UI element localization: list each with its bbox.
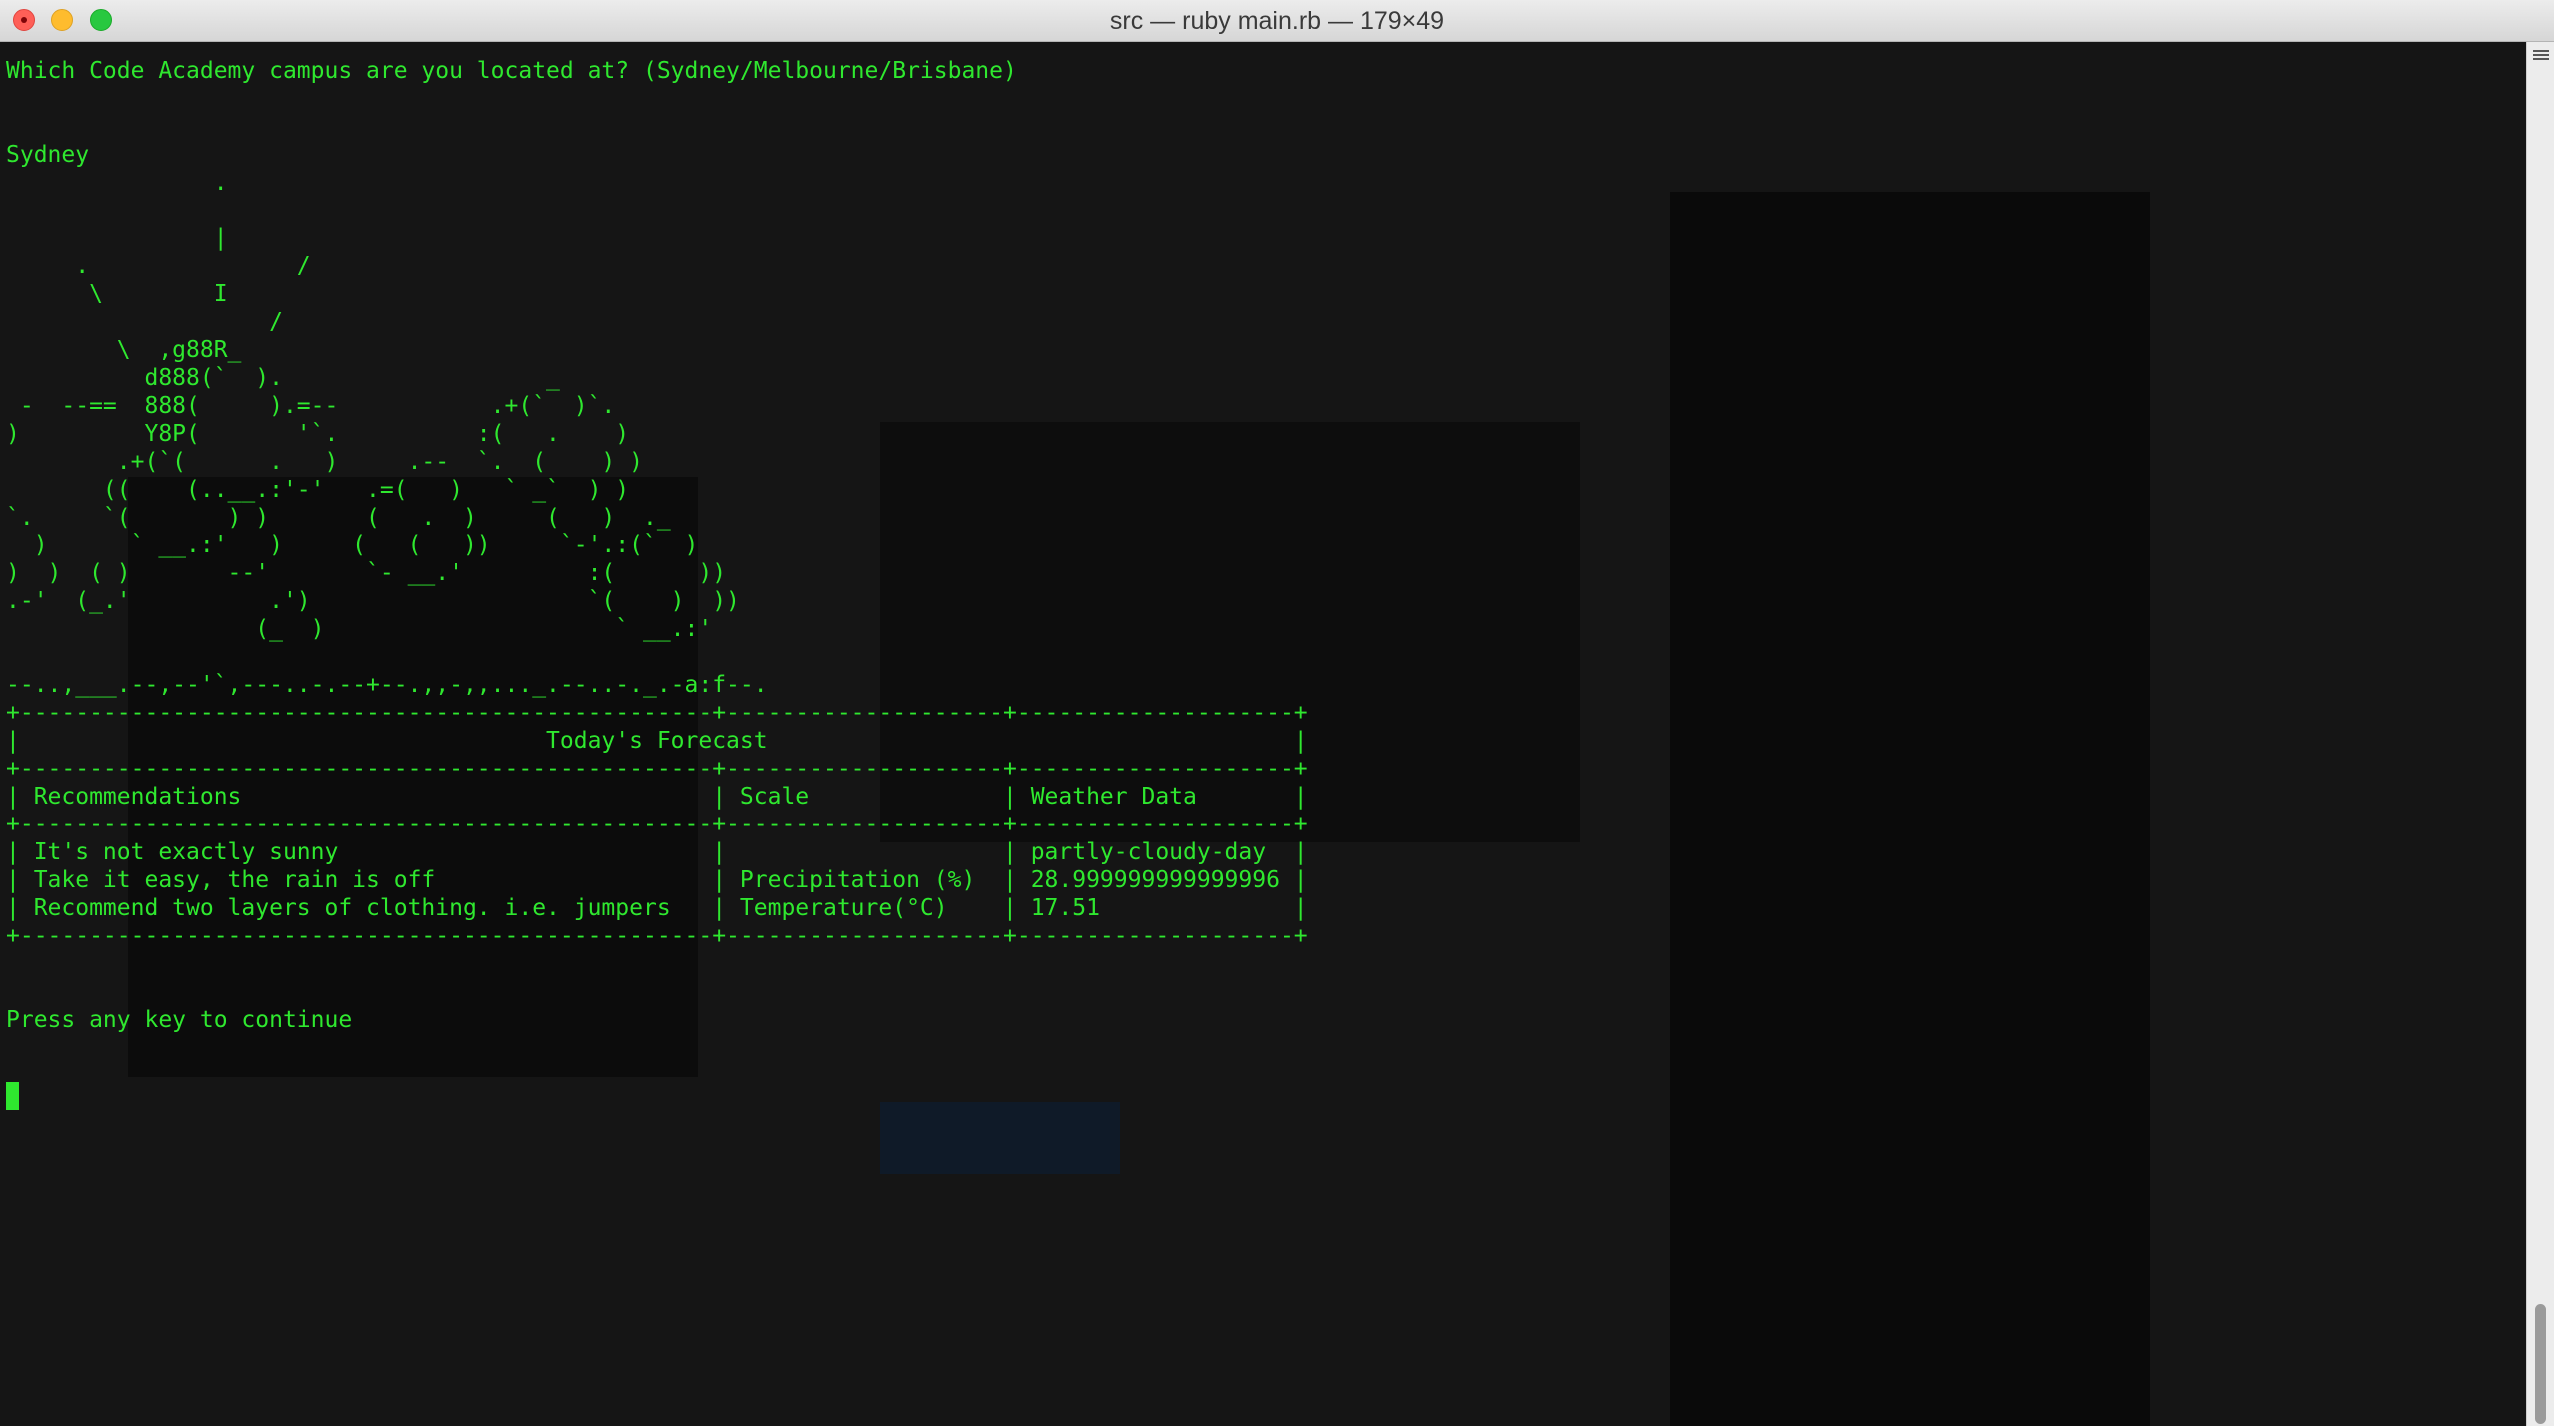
terminal-line: Which Code Academy campus are you locate… <box>6 58 1017 84</box>
scrollbar-thumb[interactable] <box>2535 1304 2546 1424</box>
terminal-line: Press any key to continue <box>6 1006 353 1033</box>
terminal-line: / <box>6 309 283 336</box>
terminal-line: Sydney <box>6 141 90 168</box>
terminal-line: `. `( ) ) ( . ) ( ) ._ <box>6 504 671 531</box>
terminal-line: --..,___.--,--'`,---..-.--+--.,,-,,..._.… <box>6 671 768 698</box>
terminal-line: ) ) ( ) --' `- __.' :( )) <box>6 560 727 587</box>
terminal-output: Which Code Academy campus are you locate… <box>6 58 1308 1035</box>
terminal-line: | <box>6 225 228 252</box>
terminal-line: +---------------------------------------… <box>6 811 1308 838</box>
title-bar[interactable]: src — ruby main.rb — 179×49 <box>0 0 2554 42</box>
background-blur <box>880 1102 1120 1174</box>
terminal-line: . <box>6 169 228 196</box>
terminal-line: (( (..__.:'-' .=( ) ` _` ) ) <box>6 476 630 503</box>
terminal-line: | It's not exactly sunny | | partly-clou… <box>6 839 1308 866</box>
background-blur <box>1670 192 2150 1426</box>
terminal-line: +---------------------------------------… <box>6 699 1308 726</box>
terminal-line: .-' (_.' .') `( ) )) <box>6 588 740 615</box>
terminal-line: \ ,g88R_ <box>6 337 242 364</box>
terminal-line: - --== 888( ).=-- .+(` )`. <box>6 392 616 419</box>
scrollbar[interactable] <box>2526 42 2554 1426</box>
menu-icon[interactable] <box>2533 48 2549 64</box>
terminal-line: | Recommendations | Scale | Weather Data… <box>6 783 1308 810</box>
terminal-line: \ I <box>6 281 228 308</box>
terminal-line: (_ ) ` __.:' <box>6 616 713 643</box>
terminal-line: . / <box>6 253 311 280</box>
terminal-line: ) ` __.:' ) ( ( )) `-'.:(` ) <box>6 532 699 559</box>
terminal-window: src — ruby main.rb — 179×49 Which Code A… <box>0 0 2554 1426</box>
terminal-line: | Take it easy, the rain is off | Precip… <box>6 867 1308 894</box>
terminal-line: .+(`( . ) .-- `. ( ) ) <box>6 448 643 475</box>
terminal-line: | Today's Forecast | <box>6 727 1308 754</box>
terminal-line: +---------------------------------------… <box>6 755 1308 782</box>
terminal-line: ) Y8P( '`. :( . ) <box>6 420 630 447</box>
terminal-line: +---------------------------------------… <box>6 923 1308 950</box>
terminal-line: d888(` ). _ <box>6 364 560 391</box>
terminal-cursor <box>6 1082 19 1110</box>
terminal-line: | Recommend two layers of clothing. i.e.… <box>6 895 1308 922</box>
window-title: src — ruby main.rb — 179×49 <box>1109 7 1445 35</box>
